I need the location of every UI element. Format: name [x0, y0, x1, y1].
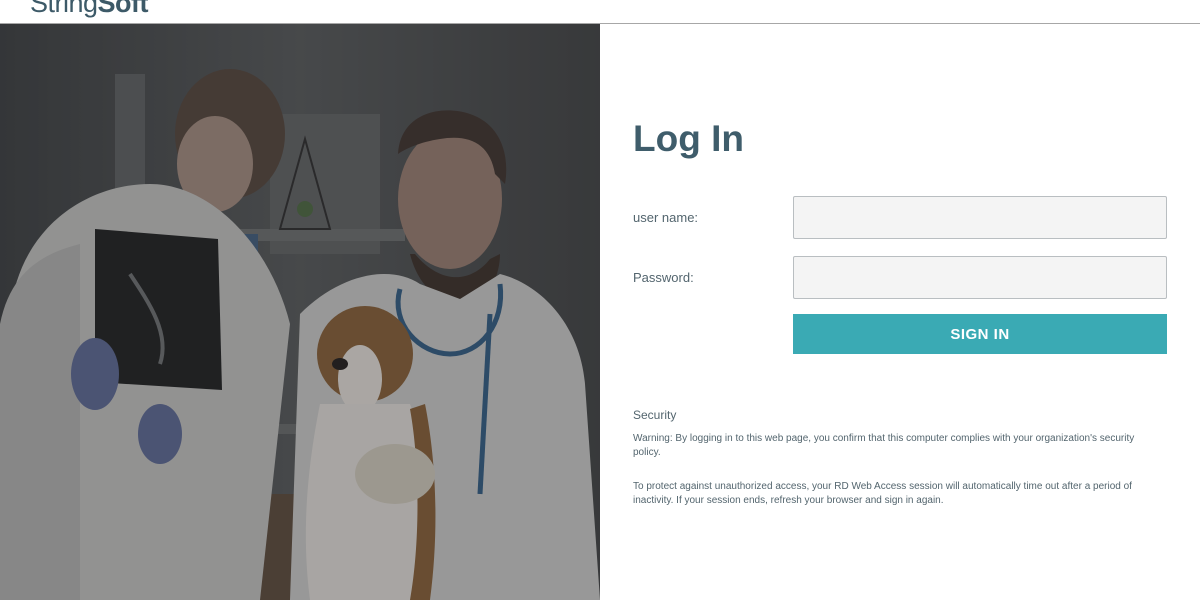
stringsoft-logo: StringSoft — [30, 0, 149, 23]
sign-in-button[interactable]: SIGN IN — [793, 314, 1167, 354]
page-title: Log In — [633, 118, 744, 159]
logo-text-soft: Soft — [97, 0, 149, 18]
session-timeout-text: To protect against unauthorized access, … — [633, 481, 1132, 506]
username-input[interactable] — [793, 196, 1167, 239]
top-header: StringSoft — [0, 0, 1200, 24]
username-label: user name: — [633, 210, 699, 225]
security-warning-text: Warning: By logging in to this web page,… — [633, 433, 1135, 458]
hero-image-veterinarians-with-dog — [0, 24, 600, 600]
security-heading: Security — [633, 408, 677, 422]
password-input[interactable] — [793, 256, 1167, 299]
password-label: Password: — [633, 270, 694, 285]
login-panel: Log In user name: Password: SIGN IN Secu… — [600, 24, 1200, 600]
logo-text-string: String — [30, 0, 98, 18]
